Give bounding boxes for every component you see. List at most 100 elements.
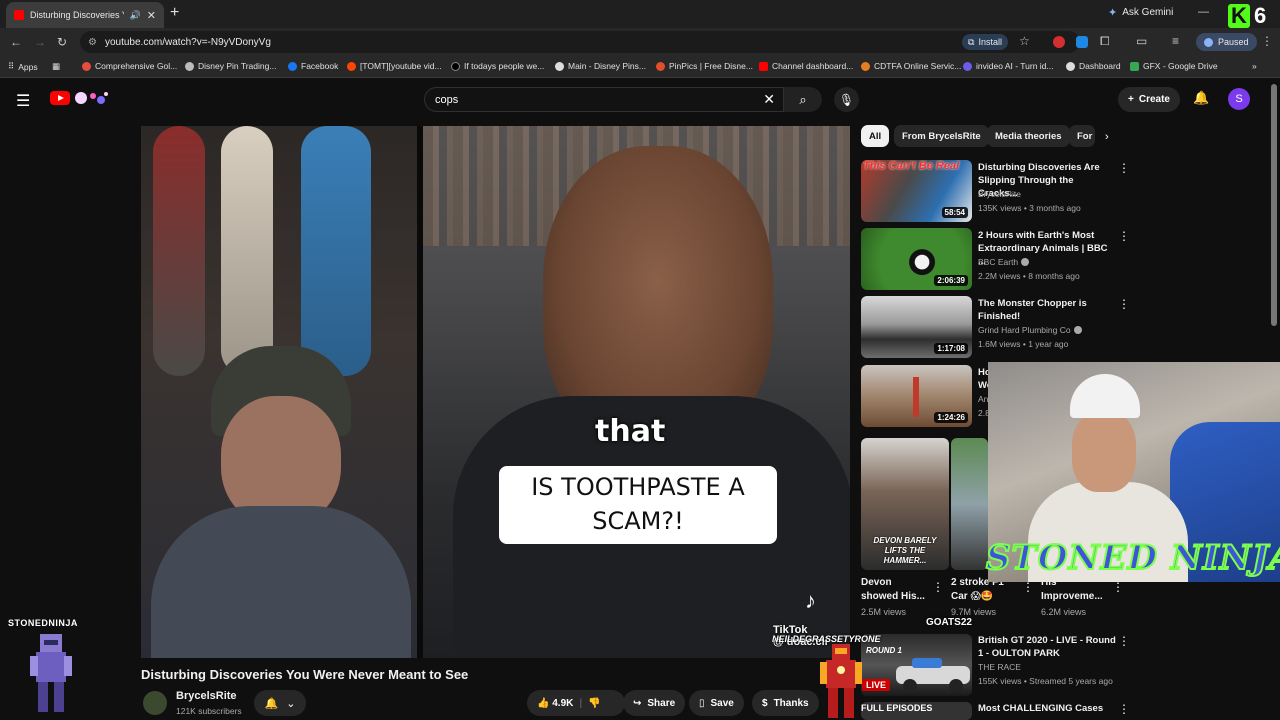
- extension-blue-icon[interactable]: [1076, 36, 1088, 48]
- url-text: youtube.com/watch?v=-N9yVDonyVg: [104, 36, 271, 48]
- rec-channel[interactable]: THE RACE: [978, 662, 1021, 672]
- tiktok-icon: [451, 61, 460, 71]
- dislike-button[interactable]: 👎: [588, 698, 600, 709]
- bookmark-apps[interactable]: ⠿ Apps: [8, 61, 38, 72]
- chevron-right-icon[interactable]: ›: [1105, 131, 1109, 143]
- short-thumbnail[interactable]: DEVON BARELY LIFTS THE HAMMER...: [861, 438, 949, 570]
- tab-groups-icon[interactable]: ▦: [52, 61, 60, 72]
- bookmark-item[interactable]: Disney Pin Trading...: [185, 61, 276, 71]
- bookmark-item[interactable]: Facebook: [288, 61, 338, 71]
- bookmark-item[interactable]: Channel dashboard...: [759, 61, 853, 71]
- rec-thumbnail[interactable]: 1:17:08: [861, 296, 972, 358]
- rec-title[interactable]: The Monster Chopper is Finished!: [978, 297, 1110, 323]
- audio-playing-icon[interactable]: 🔊: [130, 10, 141, 21]
- more-options-icon[interactable]: ⋮: [1112, 580, 1124, 594]
- youtube-logo-icon[interactable]: [50, 91, 70, 105]
- tab-title: Disturbing Discoveries You: [30, 10, 124, 20]
- new-tab-icon[interactable]: +: [170, 4, 179, 22]
- bookmark-star-icon[interactable]: ☆: [1019, 34, 1030, 48]
- more-options-icon[interactable]: ⋮: [1118, 634, 1130, 648]
- rec-channel[interactable]: Grind Hard Plumbing Co: [978, 325, 1082, 335]
- search-button[interactable]: ⌕: [784, 87, 822, 112]
- short-title[interactable]: Devon showed His...: [861, 576, 929, 604]
- install-app-button[interactable]: ⧉ Install: [962, 34, 1008, 50]
- profile-paused-button[interactable]: Paused: [1196, 33, 1257, 51]
- search-input[interactable]: cops ✕: [424, 87, 784, 112]
- thanks-button[interactable]: $ Thanks: [752, 690, 819, 716]
- bookmark-item[interactable]: invideo AI - Turn id...: [963, 61, 1053, 71]
- more-options-icon[interactable]: ⋮: [1022, 580, 1034, 594]
- share-button[interactable]: ↪ Share: [623, 690, 686, 716]
- account-avatar[interactable]: S: [1228, 88, 1250, 110]
- extension-red-icon[interactable]: [1053, 36, 1065, 48]
- rec-title[interactable]: Most CHALLENGING Cases: [978, 702, 1118, 715]
- like-button[interactable]: 👍 4.9K: [537, 698, 573, 709]
- close-tab-icon[interactable]: ✕: [147, 9, 156, 22]
- back-icon[interactable]: ←: [10, 35, 22, 49]
- reload-icon[interactable]: ↻: [57, 35, 67, 49]
- stoned-ninja-tag: STONEDNINJA: [8, 618, 78, 628]
- bookmark-item[interactable]: If todays people we...: [451, 61, 544, 71]
- bookmark-item[interactable]: Dashboard: [1066, 61, 1121, 71]
- rec-channel-name: THE RACE: [978, 662, 1021, 672]
- forward-icon[interactable]: →: [34, 35, 46, 49]
- thumbnail-overlay-text: This Can't Be Real: [863, 160, 960, 172]
- create-button[interactable]: + Create: [1118, 87, 1180, 112]
- minimize-icon[interactable]: —: [1198, 6, 1209, 18]
- facebook-icon: [288, 61, 297, 71]
- chrome-menu-icon[interactable]: ⋮: [1261, 34, 1273, 48]
- short-thumbnail[interactable]: [951, 438, 988, 570]
- goats-label: GOATS22: [926, 617, 972, 628]
- bookmark-item[interactable]: GFX - Google Drive: [1130, 61, 1218, 71]
- browser-tab[interactable]: Disturbing Discoveries You 🔊 ✕: [6, 2, 164, 28]
- cast-icon[interactable]: ▭: [1136, 34, 1147, 48]
- subscribed-notifications-button[interactable]: 🔔 ⌄: [254, 690, 306, 716]
- rec-thumbnail[interactable]: 2:06:39: [861, 228, 972, 290]
- rec-thumbnail[interactable]: This Can't Be Real 58:54: [861, 160, 972, 222]
- round-label: ROUND 1: [866, 646, 903, 655]
- voice-search-button[interactable]: 🎙: [834, 87, 859, 112]
- channel-name[interactable]: BrycelsRite: [176, 690, 237, 702]
- bookmark-item[interactable]: [TOMT][youtube vid...: [347, 61, 442, 71]
- rec-title[interactable]: British GT 2020 - LIVE - Round 1 - OULTO…: [978, 634, 1118, 660]
- chip-all[interactable]: All: [861, 125, 890, 147]
- ask-gemini-button[interactable]: ✦ Ask Gemini: [1108, 6, 1173, 19]
- more-options-icon[interactable]: ⋮: [1118, 702, 1130, 716]
- short-views: 9.7M views: [951, 607, 997, 617]
- rec-channel-name: Grind Hard Plumbing Co: [978, 325, 1071, 335]
- bookmark-item[interactable]: PinPics | Free Disne...: [656, 61, 753, 71]
- more-options-icon[interactable]: ⋮: [932, 580, 944, 594]
- separator: |: [579, 697, 583, 709]
- more-options-icon[interactable]: ⋮: [1118, 161, 1130, 175]
- media-control-icon[interactable]: ≡: [1172, 34, 1179, 48]
- bookmark-label: CDTFA Online Servic...: [874, 61, 962, 71]
- page-scrollbar[interactable]: [1271, 84, 1277, 326]
- video-player[interactable]: that IS TOOTHPASTE A SCAM?! ♪ TikTok @ d…: [141, 126, 850, 658]
- bookmarks-bar: ⠿ Apps ▦ Comprehensive Gol... Disney Pin…: [0, 56, 1280, 78]
- more-bookmarks-icon[interactable]: »: [1252, 61, 1257, 71]
- notifications-bell-icon[interactable]: 🔔: [1193, 90, 1209, 106]
- rec-thumbnail[interactable]: 1:24:26: [861, 365, 972, 427]
- channel-avatar[interactable]: [143, 691, 167, 715]
- bookmark-item[interactable]: Comprehensive Gol...: [82, 61, 177, 71]
- rec-channel[interactable]: BBC Earth: [978, 257, 1030, 267]
- bookmark-item[interactable]: CDTFA Online Servic...: [861, 61, 961, 71]
- bookmark-label: [TOMT][youtube vid...: [360, 61, 442, 71]
- extensions-puzzle-icon[interactable]: ⧠: [1100, 34, 1110, 49]
- bookmark-item[interactable]: Main - Disney Pins...: [555, 61, 646, 71]
- save-button[interactable]: ▯ Save: [689, 690, 744, 716]
- chip-media-theories[interactable]: Media theories: [987, 125, 1070, 147]
- address-bar[interactable]: ⚙ youtube.com/watch?v=-N9yVDonyVg: [80, 31, 1080, 53]
- menu-icon[interactable]: ☰: [16, 91, 30, 111]
- chip-for-you[interactable]: For: [1069, 125, 1095, 147]
- more-options-icon[interactable]: ⋮: [1118, 229, 1130, 243]
- youtube-doodle-icon[interactable]: [73, 90, 109, 106]
- rec-channel[interactable]: BrycelsRite: [978, 189, 1021, 199]
- caption-word: that: [595, 414, 666, 449]
- clear-search-icon[interactable]: ✕: [763, 91, 775, 108]
- more-options-icon[interactable]: ⋮: [1118, 297, 1130, 311]
- bookmark-label: If todays people we...: [464, 61, 545, 71]
- chip-from-channel[interactable]: From BrycelsRite: [894, 125, 989, 147]
- site-info-icon[interactable]: ⚙: [88, 37, 97, 48]
- tiktok-clip-frame: [423, 126, 850, 658]
